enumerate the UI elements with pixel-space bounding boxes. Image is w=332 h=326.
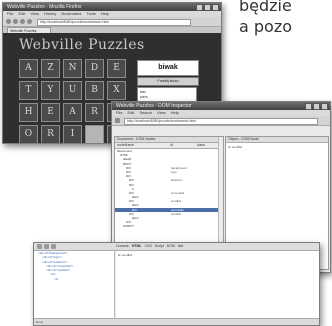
tab-css[interactable]: CSS xyxy=(145,243,152,250)
letter-cell[interactable]: D xyxy=(85,59,104,78)
inspector-titlebar: Webville Puzzles - DOM Inspector xyxy=(112,102,330,110)
back-icon[interactable] xyxy=(6,19,11,24)
letter-cell[interactable]: N xyxy=(63,59,82,78)
page-text-line-1: będzie xyxy=(239,0,292,15)
letter-cell[interactable]: E xyxy=(41,103,60,122)
inspector-url[interactable]: http://localhost:8080/puzzle/wordsearch.… xyxy=(124,118,318,125)
dom-tree: #document HTML HEAD BODY DIV background DIV log… xyxy=(115,149,223,229)
browser-title: Webville Puzzles - Mozilla Firefox xyxy=(7,4,82,10)
firebug-toolbar: Console HTML CSS Script DOM Net xyxy=(34,243,319,251)
minimize-icon[interactable] xyxy=(196,4,203,11)
browser-titlebar: Webville Puzzles - Mozilla Firefox xyxy=(3,3,221,11)
inspect-icon[interactable] xyxy=(115,118,120,123)
html-tree-panel: <div id="background"> <div id="logo"> <d… xyxy=(34,251,115,319)
html-style-panel: id: wordlist xyxy=(116,251,319,319)
letter-cell[interactable]: B xyxy=(85,81,104,100)
home-icon[interactable] xyxy=(27,19,32,24)
forward-icon[interactable] xyxy=(13,19,18,24)
panel-title: Object - DOM Node xyxy=(228,137,259,141)
letter-cell[interactable]: X xyxy=(107,81,126,100)
letter-cell[interactable]: T xyxy=(19,81,38,100)
letter-cell[interactable]: Y xyxy=(41,81,60,100)
object-value: id: wordlist xyxy=(228,145,243,149)
tab-script[interactable]: Script xyxy=(155,243,164,250)
browser-toolbar: http://localhost:8080/puzzle/wordsearch.… xyxy=(3,17,221,27)
firebug-icon[interactable] xyxy=(37,244,42,249)
inspector-toolbar: http://localhost:8080/puzzle/wordsearch.… xyxy=(112,116,330,126)
letter-grid: A Z N D E T Y U B X H E A R D O R I W B … xyxy=(19,59,126,143)
letter-cell[interactable]: R xyxy=(85,103,104,122)
inspector-title: Webville Puzzles - DOM Inspector xyxy=(116,103,192,109)
inspect-icon[interactable] xyxy=(44,244,49,249)
letter-cell[interactable]: R xyxy=(41,125,60,143)
site-logo: Webville Puzzles xyxy=(19,37,145,53)
breadcrumb-icon[interactable] xyxy=(51,244,56,249)
tab-dom[interactable]: DOM xyxy=(167,243,175,250)
current-word: biwak xyxy=(137,60,199,76)
firebug-tabs: Console HTML CSS Script DOM Net xyxy=(116,243,183,250)
column-nodename[interactable]: nodeName xyxy=(117,143,134,148)
letter-cell[interactable]: E xyxy=(107,59,126,78)
letter-cell[interactable]: A xyxy=(19,59,38,78)
dom-tree-row[interactable]: SCRIPT xyxy=(115,224,223,228)
letter-cell[interactable]: U xyxy=(63,81,82,100)
column-class[interactable]: class xyxy=(197,143,205,148)
panel-title: Document - DOM Nodes xyxy=(117,137,156,141)
address-bar[interactable]: http://localhost:8080/puzzle/wordsearch.… xyxy=(37,19,191,26)
letter-cell[interactable]: I xyxy=(63,125,82,143)
found-word: piers xyxy=(140,95,148,99)
maximize-icon[interactable] xyxy=(204,4,211,11)
letter-cell-selected[interactable] xyxy=(85,125,104,143)
page-text-line-2: a pozo xyxy=(239,17,293,36)
close-icon[interactable] xyxy=(321,103,328,110)
minimize-icon[interactable] xyxy=(305,103,312,110)
submit-word-button[interactable]: Prześlij słowo xyxy=(137,77,199,86)
letter-cell[interactable]: H xyxy=(19,103,38,122)
tab-console[interactable]: Console xyxy=(116,243,129,250)
close-icon[interactable] xyxy=(212,4,219,11)
status-bar: Done xyxy=(34,318,319,325)
firebug-window: Console HTML CSS Script DOM Net <div id=… xyxy=(33,242,320,326)
dom-node-name: SCRIPT xyxy=(123,224,135,229)
reload-icon[interactable] xyxy=(20,19,25,24)
letter-cell[interactable]: A xyxy=(63,103,82,122)
letter-cell[interactable]: Z xyxy=(41,59,60,78)
html-line[interactable]: <li> xyxy=(34,277,114,281)
tab-net[interactable]: Net xyxy=(178,243,183,250)
maximize-icon[interactable] xyxy=(313,103,320,110)
column-id[interactable]: id xyxy=(170,143,173,148)
tab-html[interactable]: HTML xyxy=(132,243,142,250)
letter-cell[interactable]: O xyxy=(19,125,38,143)
